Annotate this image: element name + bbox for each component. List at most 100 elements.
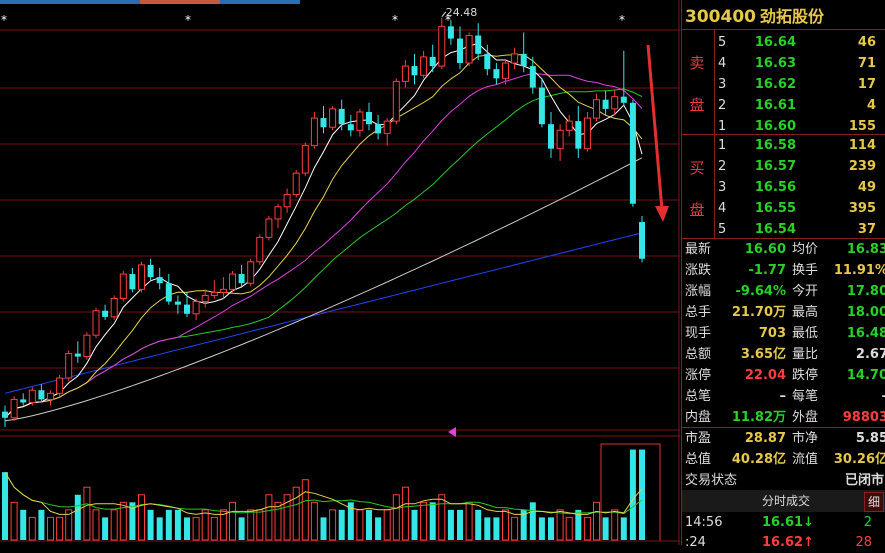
- volume-bar: [138, 494, 145, 541]
- volume-bar: [2, 472, 8, 540]
- candle-body: [147, 264, 154, 278]
- stock-name: 劲拓股份: [759, 7, 824, 26]
- stat-value: 21.70万: [731, 305, 786, 320]
- stat-value: 17.80: [846, 284, 885, 299]
- ask-level: 4: [718, 56, 727, 71]
- candle-body: [438, 25, 446, 67]
- bid-row[interactable]: 5 16.54 37: [718, 219, 885, 240]
- stat-label: 今开: [792, 284, 819, 299]
- detail-button[interactable]: 细: [864, 492, 884, 512]
- volume-bar: [548, 517, 554, 540]
- volume-bar: [511, 516, 519, 541]
- volume-bar: [556, 509, 564, 541]
- quote-stat-row: 内盘 11.82万 外盘 98803: [682, 407, 885, 428]
- volume-bar: [329, 509, 337, 541]
- buy-label-top: 买: [689, 159, 705, 177]
- trade-price: 16.61↓: [761, 515, 814, 530]
- candle-body: [138, 264, 145, 290]
- candle-body: [38, 390, 45, 400]
- candle-body: [583, 117, 591, 150]
- ask-row[interactable]: 4 16.63 71: [718, 53, 885, 74]
- candle-body: [392, 80, 400, 122]
- valuation-label: 总值: [685, 452, 712, 467]
- bid-level: 2: [718, 159, 727, 174]
- stat-value: -9.64%: [735, 284, 787, 299]
- ask-price: 16.63: [754, 56, 796, 71]
- candle-body: [201, 294, 209, 303]
- ask-volume: 4: [866, 98, 876, 113]
- stat-label: 总笔: [685, 389, 712, 404]
- annotation-arrow: [646, 44, 664, 211]
- ma120-line: [4, 232, 643, 394]
- volume-bar: [28, 516, 36, 541]
- bid-level: 5: [718, 222, 727, 237]
- candle-body: [520, 53, 527, 67]
- bid-volume: 49: [857, 180, 876, 195]
- stat-label: 内盘: [685, 410, 712, 425]
- stat-value: 16.60: [744, 242, 786, 257]
- bid-row[interactable]: 4 16.55 395: [718, 198, 885, 219]
- kline-chart[interactable]: 24.48* * * * *: [0, 0, 680, 545]
- valuation-label: 市盈: [685, 431, 712, 446]
- ask-row[interactable]: 3 16.62 17: [718, 74, 885, 95]
- quote-stat-row: 总手 21.70万 最高 18.00: [682, 302, 885, 323]
- trade-state-label: 交易状态: [685, 473, 738, 488]
- valuation-row: 市盈 28.87 市净 5.85: [682, 428, 885, 449]
- stat-label: 均价: [792, 242, 819, 257]
- trade-time: :24: [685, 535, 706, 550]
- bid-row[interactable]: 2 16.57 239: [718, 156, 885, 177]
- volume-bar: [484, 517, 491, 540]
- stat-label: 最低: [792, 326, 819, 341]
- bid-row[interactable]: 3 16.56 49: [718, 177, 885, 198]
- candle-body: [420, 56, 428, 76]
- candle-body: [192, 301, 200, 315]
- trade-volume: 28: [855, 535, 872, 550]
- volume-bar: [593, 501, 600, 541]
- stat-value: 3.65亿: [740, 347, 786, 362]
- candle-body: [102, 310, 109, 317]
- bid-level: 3: [718, 180, 727, 195]
- divider: [682, 29, 885, 30]
- volume-bar: [83, 486, 91, 541]
- candle-body: [165, 283, 172, 302]
- candle-body: [65, 353, 73, 379]
- candle-body: [210, 291, 218, 296]
- candle-body: [593, 99, 600, 119]
- candle-body: [74, 353, 81, 357]
- ask-level: 3: [718, 77, 727, 92]
- quote-stat-row: 总笔 –每笔–: [682, 386, 885, 407]
- volume-bar: [56, 516, 64, 541]
- bid-row[interactable]: 1 16.58 114: [718, 135, 885, 156]
- volume-bar: [529, 502, 536, 540]
- ask-row[interactable]: 5 16.64 46: [718, 32, 885, 53]
- stat-label: 现手: [685, 326, 712, 341]
- stat-label: 最高: [792, 305, 819, 320]
- event-marker-icon: *: [1, 13, 7, 27]
- ask-volume: 46: [857, 35, 876, 50]
- candle-body: [556, 129, 564, 150]
- stat-value: -1.77: [748, 263, 786, 278]
- volume-bar: [210, 516, 218, 541]
- volume-bar: [429, 502, 436, 540]
- stat-label: 量比: [792, 347, 819, 362]
- candle-body: [629, 102, 636, 204]
- candle-body: [620, 96, 627, 103]
- valuation-value: 30.26亿: [833, 452, 885, 467]
- trade-state-row: 交易状态 已闭市: [682, 470, 885, 491]
- volume-ma10-line: [4, 471, 643, 515]
- stat-value: 98803: [842, 410, 885, 425]
- stat-label: 总额: [685, 347, 712, 362]
- bid-volume: 37: [857, 222, 876, 237]
- volume-bar: [156, 517, 163, 540]
- volume-bar: [565, 516, 573, 541]
- ask-volume: 17: [857, 77, 876, 92]
- candle-body: [219, 288, 227, 293]
- ask-row[interactable]: 2 16.61 4: [718, 95, 885, 116]
- stat-label: 最新: [685, 242, 712, 257]
- bid-level: 1: [718, 138, 727, 153]
- volume-bar: [447, 509, 454, 540]
- candle-body: [366, 111, 372, 125]
- quote-stat-row: 最新 16.60 均价 16.83: [682, 239, 885, 260]
- candle-body: [156, 277, 163, 284]
- candle-body: [274, 206, 282, 220]
